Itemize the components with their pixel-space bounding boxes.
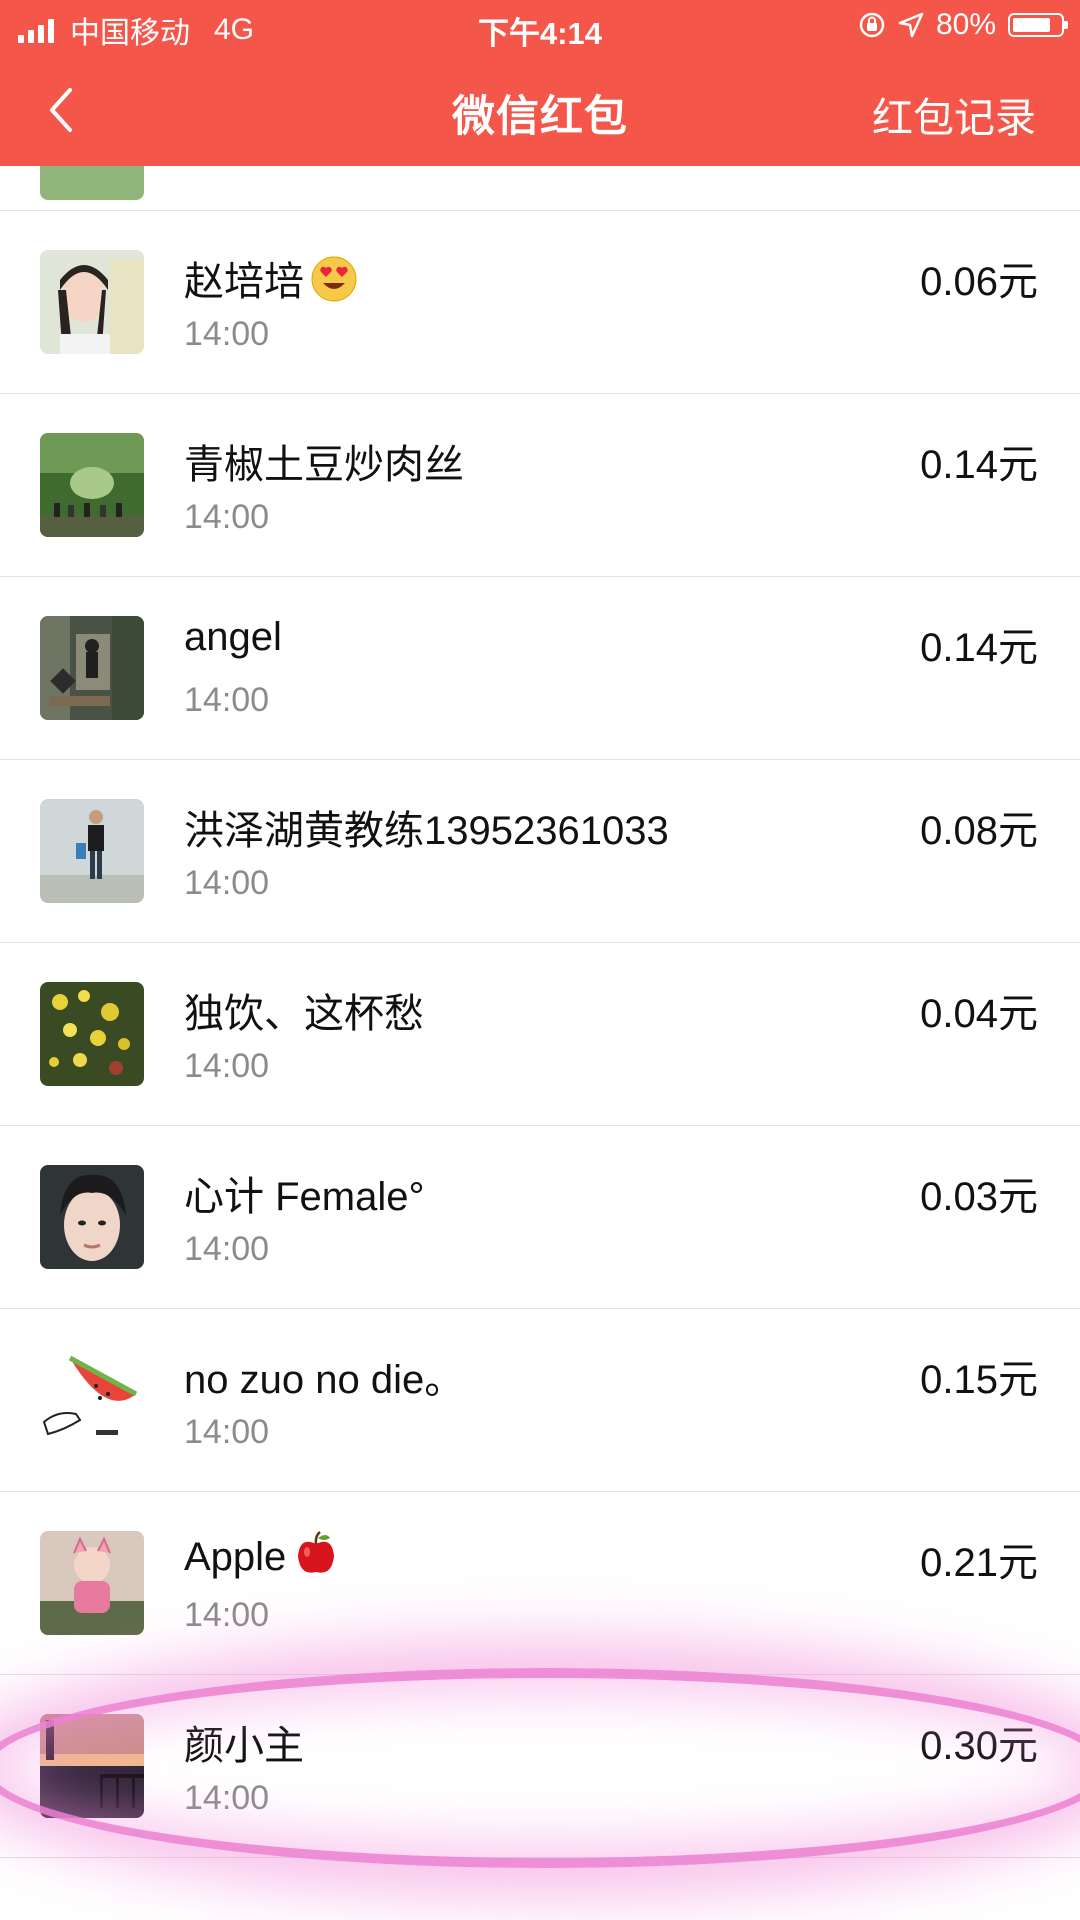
avatar [40, 1348, 144, 1452]
amount: 0.08元 [920, 809, 1038, 853]
receive-time: 14:00 [184, 1779, 270, 1817]
avatar [40, 433, 144, 537]
avatar [40, 799, 144, 903]
status-right: 80% [858, 8, 1068, 42]
sender-name: angel [184, 615, 282, 659]
status-bar: 中国移动 4G 下午4:14 80% [0, 0, 1080, 54]
amount: 0.21元 [920, 1541, 1038, 1585]
sender-name: no zuo no die。 [184, 1358, 465, 1402]
amount: 0.14元 [920, 626, 1038, 670]
location-arrow-icon [898, 12, 924, 38]
list-item[interactable]: 赵培培 14:00 0.06元 [0, 211, 1080, 394]
amount: 0.30元 [920, 1724, 1038, 1768]
list-item[interactable]: angel 14:00 0.14元 [0, 577, 1080, 760]
avatar [40, 1165, 144, 1269]
sender-name: 颜小主 [184, 1724, 304, 1768]
avatar [40, 1714, 144, 1818]
list-item[interactable]: 青椒土豆炒肉丝 14:00 0.14元 [0, 394, 1080, 577]
red-apple-emoji-icon [298, 1531, 335, 1573]
sender-name: 赵培培 [184, 249, 358, 307]
amount: 0.03元 [920, 1175, 1038, 1219]
receive-time: 14:00 [184, 498, 270, 536]
sender-name: 洪泽湖黄教练13952361033 [184, 809, 669, 853]
amount: 0.04元 [920, 992, 1038, 1036]
list-item[interactable]: 颜小主 14:00 0.30元 [0, 1675, 1080, 1858]
list-item[interactable]: 心计 Female° 14:00 0.03元 [0, 1126, 1080, 1309]
heart-eyes-emoji-icon [311, 256, 357, 302]
avatar [40, 250, 144, 354]
receive-time: 14:00 [184, 1413, 270, 1451]
list-item[interactable]: 洪泽湖黄教练13952361033 14:00 0.08元 [0, 760, 1080, 943]
battery-icon [1008, 13, 1068, 37]
list-item-partial [0, 166, 1080, 211]
avatar [40, 982, 144, 1086]
avatar [40, 1531, 144, 1635]
avatar [40, 616, 144, 720]
avatar [40, 166, 144, 200]
orientation-lock-icon [859, 12, 885, 38]
sender-name: 心计 Female° [184, 1175, 425, 1219]
amount: 0.15元 [920, 1358, 1038, 1402]
sender-name: Apple [184, 1530, 340, 1580]
sender-name: 青椒土豆炒肉丝 [184, 443, 464, 487]
amount: 0.14元 [920, 443, 1038, 487]
list-item[interactable]: no zuo no die。 14:00 0.15元 [0, 1309, 1080, 1492]
list-item[interactable]: Apple 14:00 0.21元 [0, 1492, 1080, 1675]
nav-bar: 微信红包 红包记录 [0, 54, 1080, 166]
receive-time: 14:00 [184, 1596, 270, 1634]
receive-time: 14:00 [184, 1230, 270, 1268]
receive-time: 14:00 [184, 864, 270, 902]
red-packet-list: 赵培培 14:00 0.06元 青椒土豆炒肉丝 14:00 0.14元 ange… [0, 166, 1080, 1858]
receive-time: 14:00 [184, 1047, 270, 1085]
red-packet-records-button[interactable]: 红包记录 [872, 84, 1036, 144]
list-item[interactable]: 独饮、这杯愁 14:00 0.04元 [0, 943, 1080, 1126]
amount: 0.06元 [920, 260, 1038, 304]
battery-percent: 80% [935, 8, 996, 41]
receive-time: 14:00 [184, 315, 270, 353]
receive-time: 14:00 [184, 681, 270, 719]
sender-name: 独饮、这杯愁 [184, 992, 424, 1036]
